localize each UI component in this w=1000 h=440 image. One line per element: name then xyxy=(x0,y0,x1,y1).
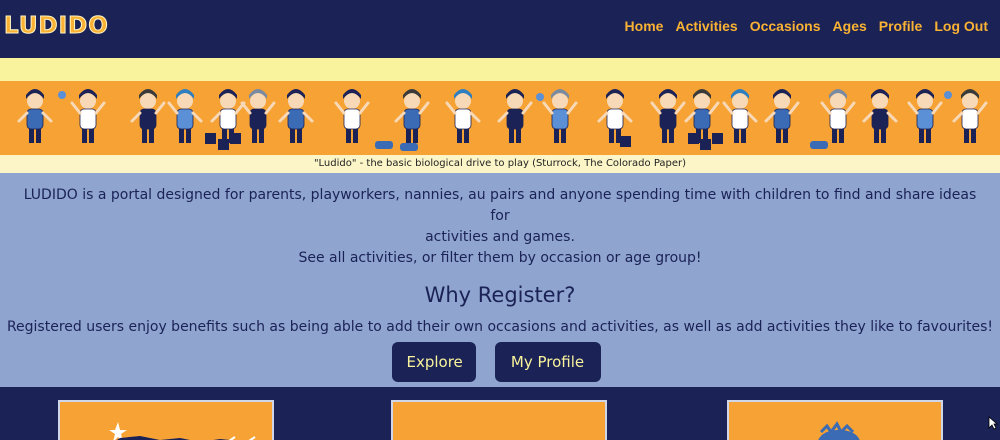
cta-buttons: Explore My Profile xyxy=(0,342,1000,382)
banner-top-strip xyxy=(0,58,1000,81)
card-illustration-occasions xyxy=(393,402,607,440)
navbar: LUDIDO Home Activities Occasions Ages Pr… xyxy=(0,0,1000,58)
children-illustration xyxy=(17,89,988,151)
child-figure xyxy=(70,89,106,143)
child-figure xyxy=(334,89,370,143)
child-figure xyxy=(445,89,481,143)
child-figure xyxy=(278,89,314,143)
toy-pinwheel xyxy=(944,91,952,99)
child-figure xyxy=(764,89,800,143)
toy-pinwheel xyxy=(58,91,66,99)
child-figure xyxy=(497,89,533,143)
category-card-ages[interactable] xyxy=(727,400,943,440)
child-figure xyxy=(952,89,988,143)
toy-block xyxy=(218,139,229,150)
toy-block xyxy=(620,136,631,147)
toy-block xyxy=(712,133,723,144)
hero-banner xyxy=(0,81,1000,155)
child-figure xyxy=(597,89,633,143)
nav-link-occasions[interactable]: Occasions xyxy=(750,18,821,34)
child-figure xyxy=(167,89,203,143)
site-logo[interactable]: LUDIDO xyxy=(4,13,109,40)
nav-link-home[interactable]: Home xyxy=(625,18,664,34)
child-figure xyxy=(862,89,898,143)
category-card-occasions[interactable] xyxy=(391,400,607,440)
pennant-shape xyxy=(116,436,230,440)
nav-link-logout[interactable]: Log Out xyxy=(934,18,988,34)
category-cards xyxy=(0,387,1000,440)
child-figure xyxy=(130,89,166,143)
toy-block xyxy=(700,139,711,150)
toy-block xyxy=(688,133,699,144)
intro-line-1: LUDIDO is a portal designed for parents,… xyxy=(23,187,977,224)
nav-links: Home Activities Occasions Ages Profile L… xyxy=(625,18,988,34)
toy-pinwheel xyxy=(536,93,544,101)
child-figure xyxy=(722,89,758,143)
nav-link-activities[interactable]: Activities xyxy=(675,18,737,34)
mouse-cursor-icon xyxy=(988,416,998,430)
child-figure xyxy=(907,89,943,143)
child-figure xyxy=(240,89,276,143)
toy-block xyxy=(205,133,216,144)
intro-line-2: activities and games. xyxy=(425,229,575,245)
main-content: LUDIDO is a portal designed for parents,… xyxy=(0,173,1000,387)
card-illustration-ages xyxy=(818,421,860,440)
why-register-heading: Why Register? xyxy=(424,283,576,307)
register-benefits-text: Registered users enjoy benefits such as … xyxy=(6,319,994,335)
banner-caption: "Ludido" - the basic biological drive to… xyxy=(0,155,1000,173)
star-icon xyxy=(109,422,127,440)
child-figure xyxy=(17,89,53,143)
child-figure xyxy=(542,89,578,143)
nav-link-ages[interactable]: Ages xyxy=(833,18,867,34)
my-profile-button[interactable]: My Profile xyxy=(494,342,601,382)
toy-car xyxy=(375,141,393,149)
toy-block xyxy=(230,133,241,144)
card-illustration-activities xyxy=(109,422,256,440)
intro-line-3: See all activities, or filter them by oc… xyxy=(298,250,702,266)
toy-car xyxy=(810,141,828,149)
explore-button[interactable]: Explore xyxy=(391,342,476,382)
nav-link-profile[interactable]: Profile xyxy=(879,18,923,34)
child-figure xyxy=(820,89,856,143)
category-card-activities[interactable] xyxy=(58,400,274,440)
toy-car xyxy=(400,143,418,151)
intro-text: LUDIDO is a portal designed for parents,… xyxy=(0,173,1000,269)
child-figure xyxy=(650,89,686,143)
child-figure xyxy=(394,89,430,143)
